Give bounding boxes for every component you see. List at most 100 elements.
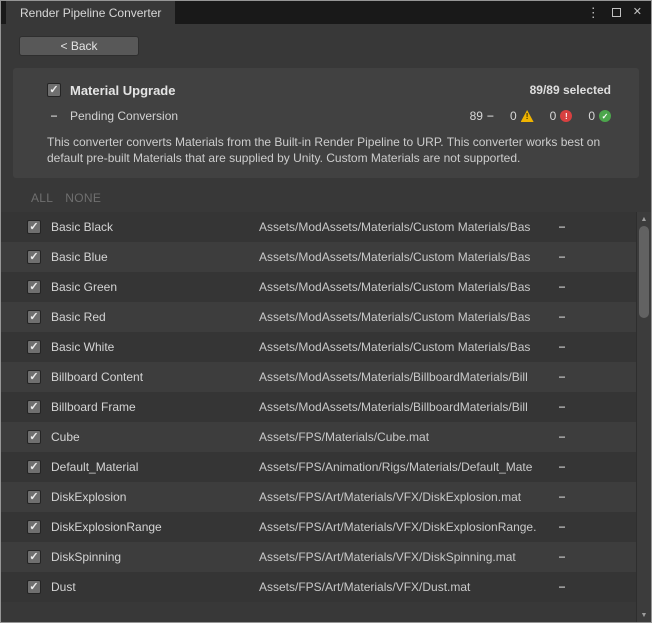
- checkmark-icon: ✓: [49, 85, 58, 96]
- list-item[interactable]: ✓ DiskExplosionRange Assets/FPS/Art/Mate…: [1, 512, 636, 542]
- item-checkbox[interactable]: ✓: [27, 550, 41, 564]
- list-item[interactable]: ✓ DiskExplosion Assets/FPS/Art/Materials…: [1, 482, 636, 512]
- back-button[interactable]: < Back: [19, 36, 139, 56]
- item-checkmark-icon: ✓: [29, 432, 38, 443]
- item-checkmark-icon: ✓: [29, 402, 38, 413]
- item-name: DiskExplosion: [51, 490, 259, 504]
- selected-count-label: 89/89 selected: [530, 83, 611, 97]
- converter-header-row: ✓ Material Upgrade 89/89 selected: [47, 76, 611, 104]
- item-path: Assets/ModAssets/Materials/Custom Materi…: [259, 310, 547, 324]
- warning-icon: !: [521, 110, 534, 122]
- item-status-icon: −: [547, 220, 577, 234]
- maximize-icon[interactable]: [612, 8, 621, 17]
- scrollbar-track[interactable]: [637, 226, 651, 608]
- item-name: Billboard Content: [51, 370, 259, 384]
- item-checkbox[interactable]: ✓: [27, 220, 41, 234]
- item-path: Assets/FPS/Materials/Cube.mat: [259, 430, 547, 444]
- list-item[interactable]: ✓ Cube Assets/FPS/Materials/Cube.mat −: [1, 422, 636, 452]
- item-status-icon: −: [547, 250, 577, 264]
- item-checkbox[interactable]: ✓: [27, 580, 41, 594]
- item-checkbox[interactable]: ✓: [27, 340, 41, 354]
- window-title: Render Pipeline Converter: [20, 6, 161, 20]
- item-checkbox[interactable]: ✓: [27, 250, 41, 264]
- item-path: Assets/ModAssets/Materials/Custom Materi…: [259, 250, 547, 264]
- list-item[interactable]: ✓ Billboard Frame Assets/ModAssets/Mater…: [1, 392, 636, 422]
- item-path: Assets/ModAssets/Materials/Custom Materi…: [259, 220, 547, 234]
- item-name: Dust: [51, 580, 259, 594]
- converter-title: Material Upgrade: [70, 83, 175, 98]
- menu-icon[interactable]: ⋮: [587, 6, 600, 19]
- scrollbar-thumb[interactable]: [639, 226, 649, 318]
- pending-stat: 89 −: [470, 109, 494, 123]
- item-path: Assets/FPS/Art/Materials/VFX/Dust.mat: [259, 580, 547, 594]
- item-status-icon: −: [547, 580, 577, 594]
- error-icon: !: [560, 110, 572, 122]
- list-item[interactable]: ✓ Basic Red Assets/ModAssets/Materials/C…: [1, 302, 636, 332]
- converter-description: This converter converts Materials from t…: [47, 134, 611, 166]
- item-checkbox[interactable]: ✓: [27, 370, 41, 384]
- scroll-down-arrow[interactable]: ▼: [637, 608, 651, 622]
- select-all-button[interactable]: ALL: [31, 191, 53, 205]
- select-none-button[interactable]: NONE: [65, 191, 101, 205]
- item-status-icon: −: [547, 400, 577, 414]
- item-checkbox[interactable]: ✓: [27, 280, 41, 294]
- item-checkbox[interactable]: ✓: [27, 460, 41, 474]
- window-tab[interactable]: Render Pipeline Converter: [6, 1, 175, 24]
- item-name: Basic Black: [51, 220, 259, 234]
- titlebar-icons: ⋮ ✕: [587, 1, 651, 24]
- material-upgrade-checkbox[interactable]: ✓: [47, 83, 61, 97]
- item-checkmark-icon: ✓: [29, 342, 38, 353]
- item-status-icon: −: [547, 310, 577, 324]
- item-name: Basic Red: [51, 310, 259, 324]
- list-item[interactable]: ✓ Basic White Assets/ModAssets/Materials…: [1, 332, 636, 362]
- item-status-icon: −: [547, 460, 577, 474]
- item-path: Assets/ModAssets/Materials/BillboardMate…: [259, 370, 547, 384]
- list-item[interactable]: ✓ Basic Blue Assets/ModAssets/Materials/…: [1, 242, 636, 272]
- scrollbar[interactable]: ▲ ▼: [636, 212, 651, 622]
- status-counts: 89 − 0 ! 0 ! 0 ✓: [454, 109, 611, 123]
- item-name: Cube: [51, 430, 259, 444]
- item-checkbox[interactable]: ✓: [27, 430, 41, 444]
- titlebar: Render Pipeline Converter ⋮ ✕: [1, 1, 651, 24]
- item-name: DiskSpinning: [51, 550, 259, 564]
- item-path: Assets/ModAssets/Materials/BillboardMate…: [259, 400, 547, 414]
- item-status-icon: −: [547, 430, 577, 444]
- success-stat: 0 ✓: [588, 109, 611, 123]
- item-status-icon: −: [547, 490, 577, 504]
- list-item[interactable]: ✓ DiskSpinning Assets/FPS/Art/Materials/…: [1, 542, 636, 572]
- item-path: Assets/FPS/Art/Materials/VFX/DiskSpinnin…: [259, 550, 547, 564]
- list-item[interactable]: ✓ Billboard Content Assets/ModAssets/Mat…: [1, 362, 636, 392]
- converter-panel: ✓ Material Upgrade 89/89 selected − Pend…: [13, 68, 639, 178]
- item-checkmark-icon: ✓: [29, 522, 38, 533]
- success-count: 0: [588, 109, 595, 123]
- item-status-icon: −: [547, 370, 577, 384]
- item-status-icon: −: [547, 340, 577, 354]
- item-checkmark-icon: ✓: [29, 462, 38, 473]
- item-path: Assets/ModAssets/Materials/Custom Materi…: [259, 280, 547, 294]
- item-checkbox[interactable]: ✓: [27, 400, 41, 414]
- error-stat: 0 !: [550, 109, 573, 123]
- item-checkbox[interactable]: ✓: [27, 310, 41, 324]
- item-path: Assets/ModAssets/Materials/Custom Materi…: [259, 340, 547, 354]
- item-name: Billboard Frame: [51, 400, 259, 414]
- error-count: 0: [550, 109, 557, 123]
- render-pipeline-converter-window: Render Pipeline Converter ⋮ ✕ < Back ✓ M…: [0, 0, 652, 623]
- item-checkmark-icon: ✓: [29, 222, 38, 233]
- close-icon[interactable]: ✕: [633, 7, 642, 18]
- item-checkbox[interactable]: ✓: [27, 520, 41, 534]
- item-status-icon: −: [547, 520, 577, 534]
- list-item[interactable]: ✓ Basic Green Assets/ModAssets/Materials…: [1, 272, 636, 302]
- warning-count: 0: [510, 109, 517, 123]
- item-path: Assets/FPS/Art/Materials/VFX/DiskExplosi…: [259, 490, 547, 504]
- item-checkmark-icon: ✓: [29, 312, 38, 323]
- list-item[interactable]: ✓ Default_Material Assets/FPS/Animation/…: [1, 452, 636, 482]
- scroll-up-arrow[interactable]: ▲: [637, 212, 651, 226]
- pending-dash-icon: −: [487, 109, 494, 123]
- list-item[interactable]: ✓ Dust Assets/FPS/Art/Materials/VFX/Dust…: [1, 572, 636, 602]
- item-checkbox[interactable]: ✓: [27, 490, 41, 504]
- list-item[interactable]: ✓ Basic Black Assets/ModAssets/Materials…: [1, 212, 636, 242]
- item-name: Basic Green: [51, 280, 259, 294]
- item-checkmark-icon: ✓: [29, 492, 38, 503]
- pending-conversion-row[interactable]: − Pending Conversion 89 − 0 ! 0 ! 0 ✓: [47, 104, 611, 128]
- item-name: Basic White: [51, 340, 259, 354]
